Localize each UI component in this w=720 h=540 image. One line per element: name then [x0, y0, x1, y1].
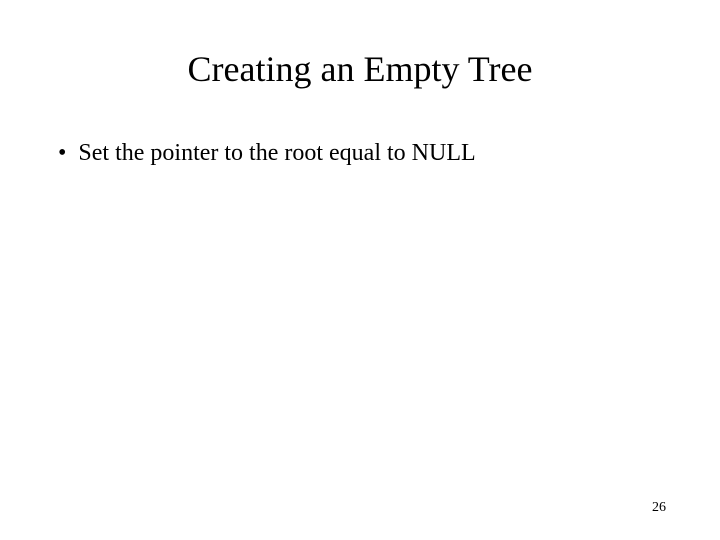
bullet-list: • Set the pointer to the root equal to N… [58, 138, 662, 169]
page-number: 26 [652, 500, 666, 516]
bullet-icon: • [58, 138, 66, 169]
bullet-text: Set the pointer to the root equal to NUL… [78, 138, 662, 169]
slide-title: Creating an Empty Tree [0, 48, 720, 90]
list-item: • Set the pointer to the root equal to N… [58, 138, 662, 169]
